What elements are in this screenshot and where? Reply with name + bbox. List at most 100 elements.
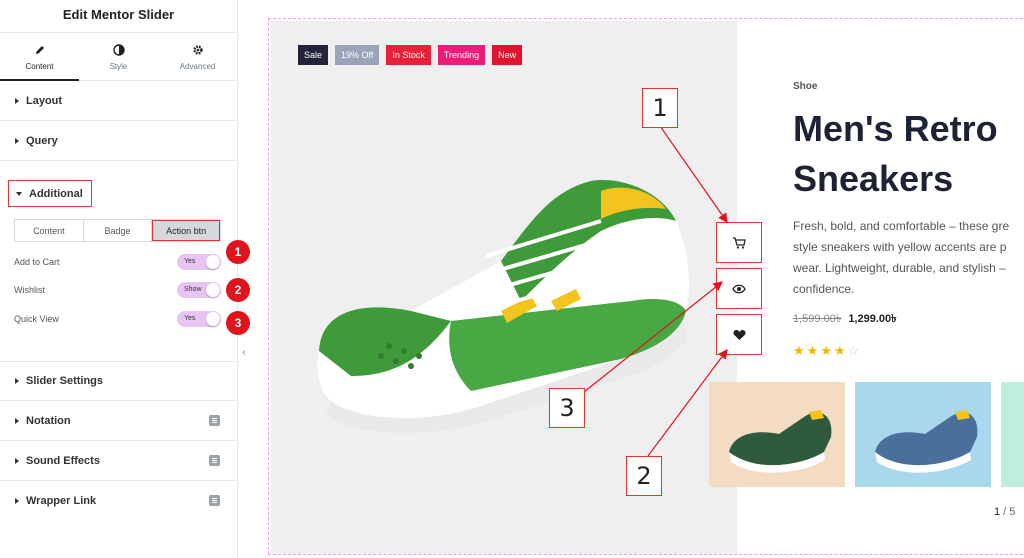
control-wishlist: Wishlist Show [14, 281, 224, 299]
old-price: 1,599.00৳ [793, 313, 842, 325]
tab-content-label: Content [25, 61, 54, 71]
thumbnail[interactable] [709, 382, 845, 487]
heart-icon [733, 329, 745, 340]
thumbnail[interactable] [1001, 382, 1024, 487]
pro-icon [209, 455, 220, 466]
product-info: Shoe Men's Retro Sneakers Fresh, bold, a… [793, 81, 1024, 359]
subtab-content[interactable]: Content [15, 220, 84, 241]
add-to-cart-toggle-text: Yes [184, 258, 196, 265]
section-notation[interactable]: Notation [0, 401, 238, 441]
tab-content[interactable]: Content [0, 33, 79, 81]
step-marker-1: 1 [226, 240, 250, 264]
collapse-panel-button[interactable]: ‹ [238, 343, 250, 361]
tab-advanced-label: Advanced [179, 61, 216, 71]
quick-view-toggle[interactable]: Yes [177, 311, 221, 327]
pro-icon [209, 495, 220, 506]
quick-view-label: Quick View [14, 314, 59, 324]
quick-view-toggle-text: Yes [184, 315, 196, 322]
star-empty-icon: ☆ [847, 343, 862, 358]
star-icon: ★ [820, 343, 834, 358]
badge-sale: Sale [298, 45, 329, 65]
product-prices: 1,599.00৳ 1,299.00৳ [793, 310, 1024, 329]
section-notation-label: Notation [26, 414, 71, 427]
product-title-line-1: Men's Retro [793, 108, 998, 149]
app: Edit Mentor Slider Content Style Advance… [0, 0, 1024, 558]
panel-tabs: Content Style Advanced [0, 33, 237, 81]
control-add-to-cart: Add to Cart Yes [14, 253, 224, 271]
badge-discount: 19% Off [335, 45, 380, 65]
additional-subtabs: Content Badge Action btn [14, 219, 221, 242]
shoe-thumbnail-image [875, 410, 978, 473]
wishlist-label: Wishlist [14, 285, 45, 295]
section-sound-effects[interactable]: Sound Effects [0, 441, 238, 481]
annotation-label-1: 1 [642, 88, 678, 128]
slide-pager: 1 / 5 [994, 506, 1015, 518]
star-icon: ★ [806, 343, 821, 358]
step-marker-2: 2 [226, 278, 250, 302]
panel-title: Edit Mentor Slider [0, 0, 237, 33]
pager-total: 5 [1009, 506, 1016, 518]
section-layout[interactable]: Layout [0, 81, 237, 121]
subtab-badge[interactable]: Badge [84, 220, 153, 241]
desc-line: style sneakers with yellow accents are p [793, 240, 1007, 254]
wishlist-toggle-text: Show [184, 286, 202, 293]
annotation-label-2: 2 [626, 456, 662, 496]
product-title: Men's Retro Sneakers [793, 104, 1024, 204]
wishlist-button[interactable] [716, 314, 762, 355]
add-to-cart-button[interactable] [716, 222, 762, 263]
badge-new: New [492, 45, 523, 65]
section-wrapper-link-label: Wrapper Link [26, 495, 97, 507]
section-query[interactable]: Query [0, 121, 237, 161]
step-marker-3: 3 [226, 311, 250, 335]
product-description: Fresh, bold, and comfortable – these gre… [793, 216, 1024, 300]
desc-line: confidence. [793, 282, 855, 296]
sale-price: 1,299.00৳ [848, 313, 897, 325]
annotation-label-3: 3 [549, 388, 585, 428]
product-title-line-2: Sneakers [793, 158, 954, 199]
control-quick-view: Quick View Yes [14, 310, 224, 328]
tab-advanced[interactable]: Advanced [158, 33, 237, 80]
subtab-action-btn[interactable]: Action btn [152, 220, 221, 241]
pager-separator: / [1000, 506, 1010, 518]
cart-icon [733, 236, 746, 249]
section-sound-effects-label: Sound Effects [26, 454, 100, 467]
caret-right-icon [15, 417, 19, 424]
pro-icon [209, 415, 220, 426]
tab-style[interactable]: Style [79, 33, 158, 80]
section-additional[interactable]: Additional [8, 180, 92, 207]
action-buttons [716, 222, 762, 359]
tab-style-label: Style [109, 61, 128, 71]
desc-line: wear. Lightweight, durable, and stylish … [793, 261, 1006, 275]
eye-icon [732, 284, 746, 293]
caret-down-icon [16, 191, 22, 196]
section-slider-settings[interactable]: Slider Settings [0, 361, 238, 401]
pencil-icon [34, 43, 46, 57]
badge-trending: Trending [437, 45, 486, 65]
rating-stars: ★★★★☆ [793, 343, 1024, 359]
section-slider-settings-label: Slider Settings [26, 374, 104, 387]
product-category: Shoe [793, 81, 818, 92]
product-shoe-image [317, 180, 689, 434]
caret-right-icon [15, 97, 19, 104]
shoe-thumbnail-image [729, 410, 832, 473]
badge-list: Sale 19% Off In Stock Trending New [298, 45, 523, 65]
section-layout-label: Layout [26, 94, 63, 107]
desc-line: Fresh, bold, and comfortable – these gre [793, 219, 1010, 233]
caret-right-icon [15, 457, 19, 464]
caret-right-icon [15, 137, 19, 144]
section-query-label: Query [26, 134, 58, 147]
wishlist-toggle[interactable]: Show [177, 282, 221, 298]
quick-view-button[interactable] [716, 268, 762, 309]
gear-icon [192, 43, 204, 57]
section-additional-label: Additional [29, 187, 83, 200]
thumbnail[interactable] [855, 382, 991, 487]
badge-in-stock: In Stock [386, 45, 431, 65]
star-icon: ★ [793, 343, 807, 358]
add-to-cart-label: Add to Cart [14, 257, 60, 267]
add-to-cart-toggle[interactable]: Yes [177, 254, 221, 270]
section-wrapper-link[interactable]: Wrapper Link [0, 481, 238, 521]
contrast-icon [112, 43, 125, 57]
star-icon: ★ [833, 343, 848, 358]
caret-right-icon [15, 377, 19, 384]
thumbnail-list [709, 382, 1024, 487]
